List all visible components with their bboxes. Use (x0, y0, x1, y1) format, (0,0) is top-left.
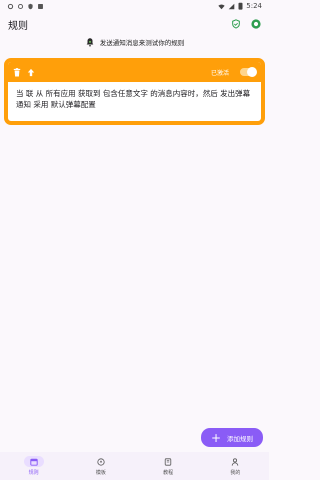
app-bar: 规则 (0, 12, 269, 36)
notice-text: 发送通知消息来测试你的规则 (99, 39, 185, 47)
add-rule-label: 添加规则 (227, 434, 254, 443)
nav-item-templates[interactable]: 模板 (67, 452, 134, 480)
shield-status-icon (28, 3, 33, 9)
status-bar: 5:24 (0, 0, 269, 12)
app-logo-icon[interactable] (251, 19, 261, 29)
toggle-knob (247, 67, 257, 77)
bell-icon (86, 38, 94, 47)
move-to-top-icon[interactable] (27, 68, 35, 77)
add-rule-button[interactable]: + 添加规则 (201, 428, 263, 447)
battery-icon (238, 2, 243, 10)
template-icon (97, 457, 105, 466)
person-icon (232, 457, 239, 466)
settings-status-icon (7, 3, 14, 9)
wifi-icon (218, 4, 225, 9)
signal-icon (228, 3, 235, 9)
nav-templates-pill (91, 456, 111, 467)
nav-tutorial-pill (158, 456, 178, 467)
nav-rules-pill (23, 456, 44, 467)
app-bar-actions (231, 19, 261, 29)
nav-item-tutorial[interactable]: 教程 (135, 452, 202, 480)
nav-profile-pill (225, 456, 245, 467)
status-icons-left (7, 3, 44, 10)
nav-profile-label: 我的 (230, 470, 241, 476)
rule-card[interactable]: 已激活 当 联 从 所有应用 获取到 包含任意文字 的消息内容时，然后 发出弹幕… (4, 58, 265, 125)
nav-rules-label: 规则 (28, 470, 39, 476)
rule-description: 当 联 从 所有应用 获取到 包含任意文字 的消息内容时，然后 发出弹幕通知 采… (16, 89, 251, 109)
nav-templates-label: 模板 (95, 470, 106, 476)
rule-status-label: 已激活 (210, 69, 229, 77)
page-title: 规则 (8, 20, 28, 32)
status-time: 5:24 (246, 2, 262, 10)
card-status-icon (38, 3, 43, 9)
shield-check-icon[interactable] (231, 19, 241, 29)
calendar-icon (29, 458, 38, 466)
book-icon (164, 457, 172, 466)
bottom-nav: 规则 模板 教程 我的 (0, 452, 269, 480)
test-notice[interactable]: 发送通知消息来测试你的规则 (0, 35, 269, 49)
rule-enabled-toggle[interactable] (240, 67, 257, 77)
nav-tutorial-label: 教程 (163, 470, 174, 476)
delete-icon[interactable] (13, 67, 21, 77)
status-icons-right: 5:24 (218, 2, 262, 10)
plus-icon: + (210, 430, 222, 445)
sync-status-icon (17, 3, 24, 9)
nav-item-profile[interactable]: 我的 (202, 452, 269, 480)
nav-item-rules[interactable]: 规则 (0, 452, 67, 480)
rule-card-header: 已激活 (8, 62, 261, 82)
